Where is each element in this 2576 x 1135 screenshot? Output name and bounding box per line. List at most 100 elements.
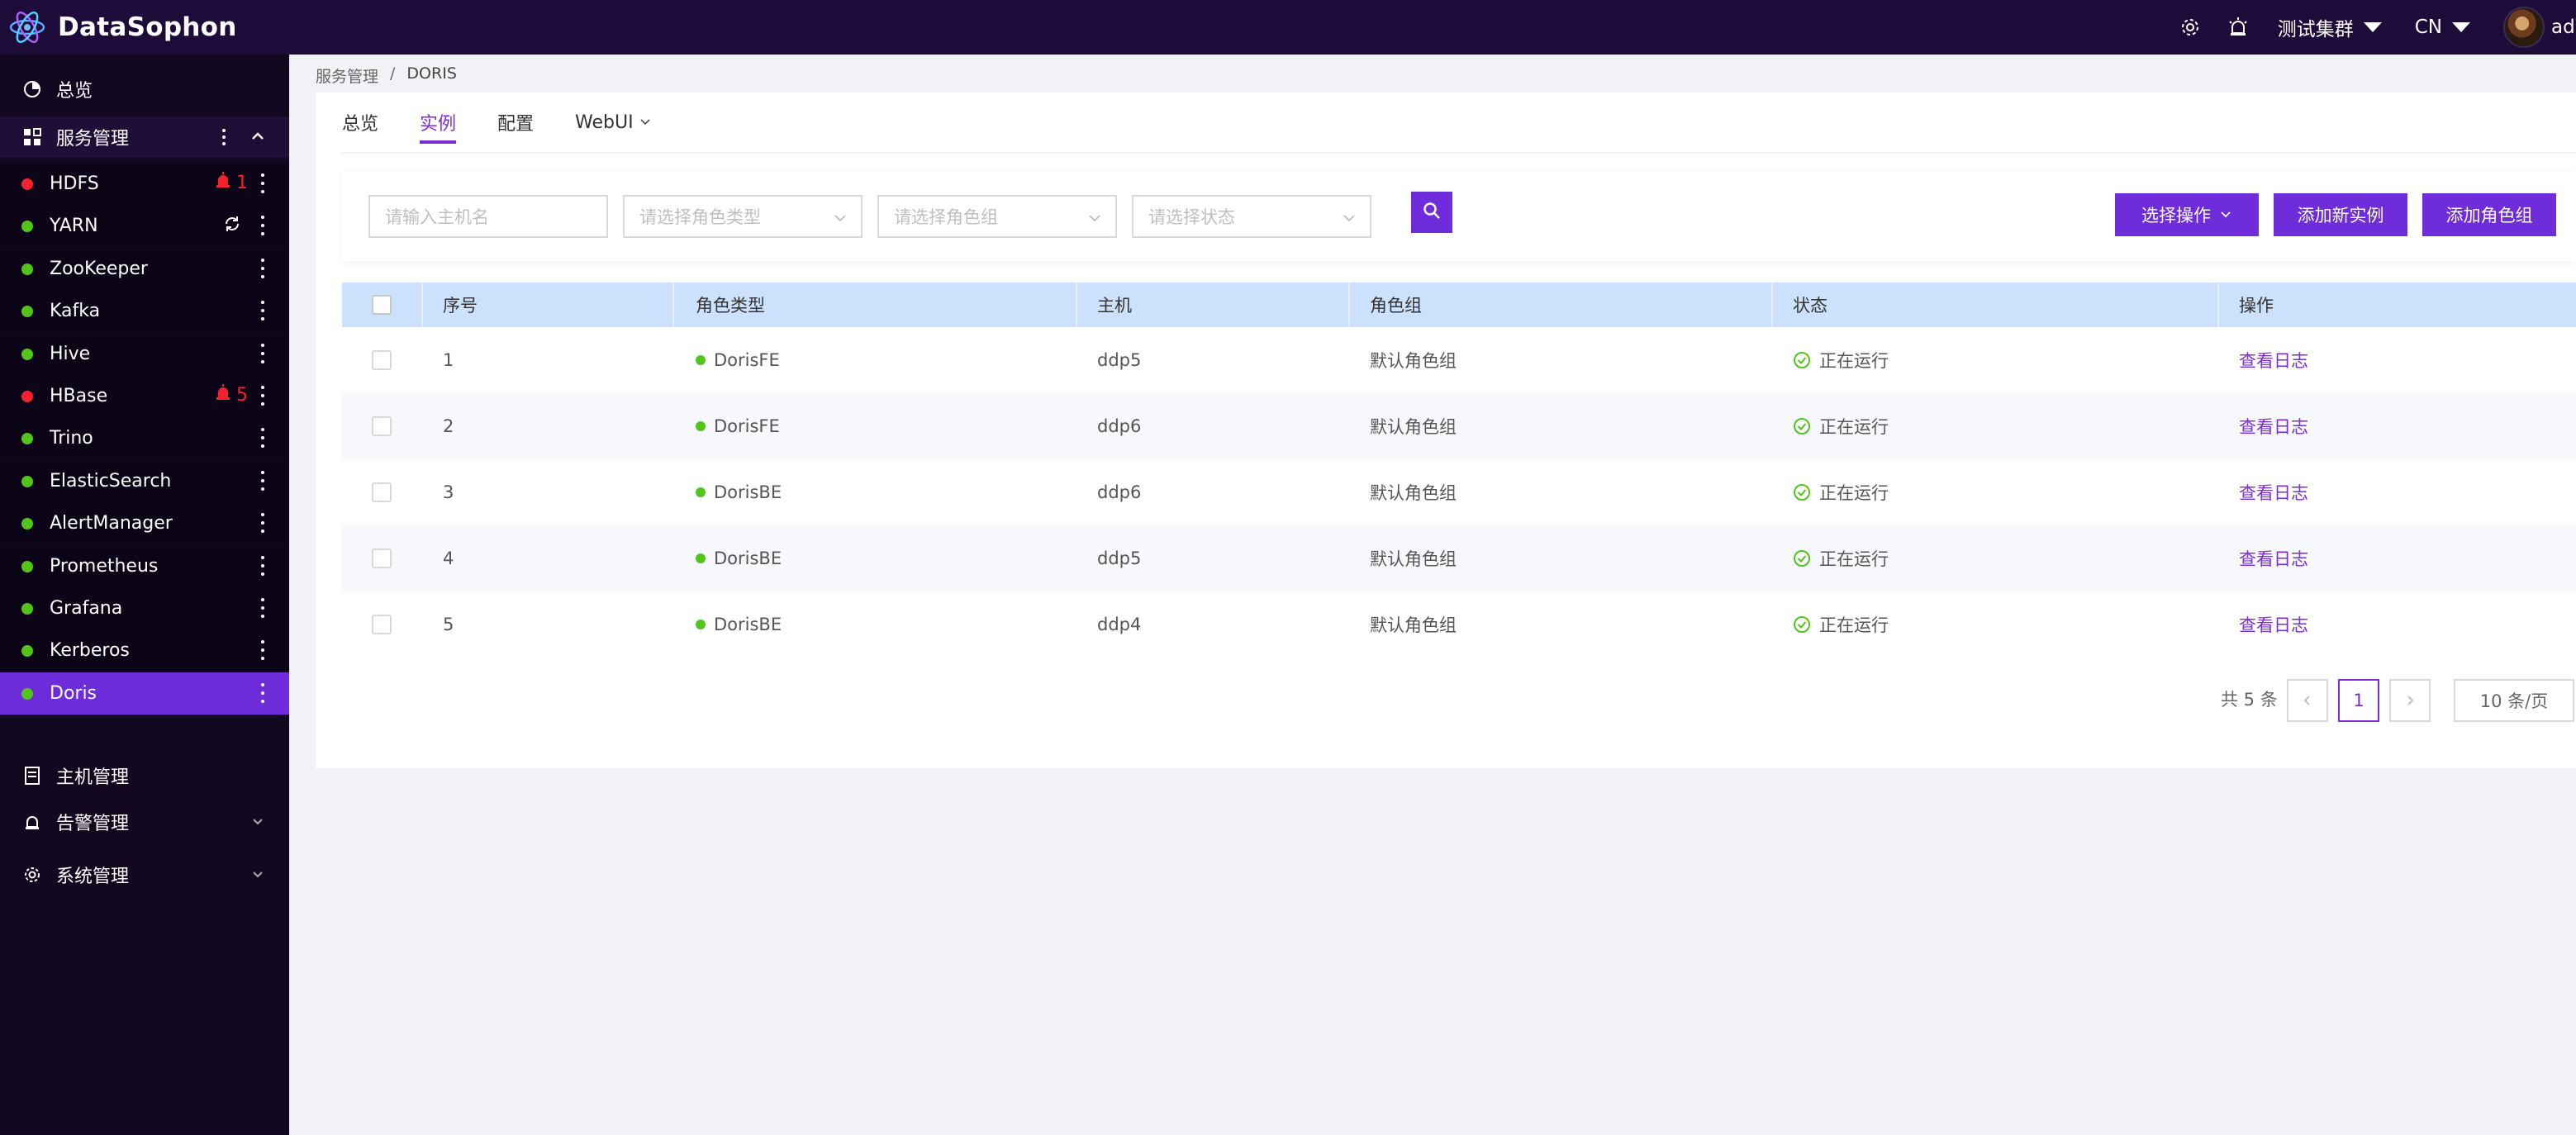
cluster-dropdown[interactable]: 测试集群 bbox=[2278, 13, 2382, 41]
sidebar-item-alert-mgmt[interactable]: 告警管理 bbox=[0, 801, 289, 843]
instances-table: 序号 角色类型 主机 角色组 状态 操作 1 DorisFE ddp5 默认角色组 正在… bbox=[342, 283, 2576, 658]
table-row[interactable]: 2 DorisFE ddp6 默认角色组 正在运行 查看日志 bbox=[342, 393, 2576, 459]
view-log-link[interactable]: 查看日志 bbox=[2239, 525, 2308, 591]
add-instance-button[interactable]: 添加新实例 bbox=[2274, 193, 2407, 236]
table-row[interactable]: 1 DorisFE ddp5 默认角色组 正在运行 查看日志 bbox=[342, 327, 2576, 393]
prev-page-button[interactable] bbox=[2287, 679, 2328, 722]
sidebar-group-service-mgmt[interactable]: 服务管理 bbox=[0, 116, 289, 158]
select-all-checkbox[interactable] bbox=[372, 295, 392, 315]
sidebar-item-prometheus[interactable]: Prometheus bbox=[0, 545, 289, 587]
alarm-badge[interactable]: 5 bbox=[215, 384, 248, 406]
chevron-down-icon bbox=[2219, 205, 2232, 225]
cluster-label: 测试集群 bbox=[2277, 19, 2354, 40]
view-log-link[interactable]: 查看日志 bbox=[2239, 393, 2308, 459]
next-page-button[interactable] bbox=[2389, 679, 2431, 722]
more-vertical-icon[interactable] bbox=[261, 683, 264, 703]
refresh-icon[interactable] bbox=[223, 215, 241, 238]
status-dot bbox=[21, 475, 33, 487]
col-header-host[interactable]: 主机 bbox=[1097, 283, 1132, 327]
status-text: 正在运行 bbox=[1819, 483, 1889, 503]
tab-config[interactable]: 配置 bbox=[497, 93, 534, 152]
select-operation-button[interactable]: 选择操作 bbox=[2115, 193, 2259, 236]
tab-overview[interactable]: 总览 bbox=[342, 93, 378, 152]
sidebar-item-label: HDFS bbox=[50, 173, 99, 194]
page-size-label: 10 条/页 bbox=[2479, 691, 2549, 711]
tab-instances[interactable]: 实例 bbox=[420, 93, 457, 152]
sidebar-item-kerberos[interactable]: Kerberos bbox=[0, 629, 289, 672]
chevron-up-icon[interactable] bbox=[250, 128, 266, 150]
sidebar-item-yarn[interactable]: YARN bbox=[0, 205, 289, 247]
more-vertical-icon[interactable] bbox=[261, 640, 264, 660]
sidebar-item-alertmanager[interactable]: AlertManager bbox=[0, 502, 289, 544]
sidebar-item-host-mgmt[interactable]: 主机管理 bbox=[0, 755, 289, 796]
sidebar-item-grafana[interactable]: Grafana bbox=[0, 587, 289, 629]
col-header-role-type[interactable]: 角色类型 bbox=[696, 283, 765, 327]
view-log-link[interactable]: 查看日志 bbox=[2239, 327, 2308, 393]
more-vertical-icon[interactable] bbox=[261, 471, 264, 491]
more-vertical-icon[interactable] bbox=[261, 173, 264, 193]
user-name[interactable]: admin bbox=[2551, 17, 2576, 38]
more-vertical-icon[interactable] bbox=[261, 301, 264, 321]
page-size-select[interactable]: 10 条/页 bbox=[2454, 679, 2574, 722]
chevron-down-icon[interactable] bbox=[250, 813, 266, 834]
sidebar-item-hdfs[interactable]: HDFS 1 bbox=[0, 163, 289, 205]
more-vertical-icon[interactable] bbox=[261, 598, 264, 618]
more-vertical-icon[interactable] bbox=[221, 127, 226, 152]
role-group-select[interactable]: 请选择角色组 bbox=[877, 195, 1117, 238]
status-dot bbox=[21, 602, 33, 615]
sidebar-item-system-mgmt[interactable]: 系统管理 bbox=[0, 854, 289, 895]
filter-bar: 请输入主机名 请选择角色类型 请选择角色组 请选择状态 选择操作 添加新实例 添… bbox=[342, 172, 2576, 261]
chevron-down-icon[interactable] bbox=[250, 866, 266, 887]
tab-webui[interactable]: WebUI bbox=[575, 93, 652, 152]
view-log-link[interactable]: 查看日志 bbox=[2239, 591, 2308, 658]
user-avatar[interactable] bbox=[2503, 7, 2545, 48]
more-vertical-icon[interactable] bbox=[261, 259, 264, 278]
chevron-down-icon bbox=[1087, 210, 1102, 230]
row-checkbox[interactable] bbox=[372, 549, 392, 568]
more-vertical-icon[interactable] bbox=[261, 216, 264, 235]
row-checkbox[interactable] bbox=[372, 482, 392, 502]
more-vertical-icon[interactable] bbox=[261, 556, 264, 576]
sidebar-item-hive[interactable]: Hive bbox=[0, 333, 289, 375]
role-type-select[interactable]: 请选择角色类型 bbox=[623, 195, 863, 238]
col-header-no[interactable]: 序号 bbox=[443, 283, 478, 327]
language-dropdown[interactable]: CN bbox=[2415, 17, 2470, 38]
check-circle-icon bbox=[1793, 417, 1811, 435]
add-role-group-button[interactable]: 添加角色组 bbox=[2422, 193, 2556, 236]
tab-label: 总览 bbox=[342, 114, 379, 135]
col-header-status[interactable]: 状态 bbox=[1793, 283, 1827, 327]
table-row[interactable]: 4 DorisBE ddp5 默认角色组 正在运行 查看日志 bbox=[342, 525, 2576, 591]
placeholder: 请选择角色类型 bbox=[639, 207, 761, 227]
check-circle-icon bbox=[1793, 351, 1811, 369]
app-logo[interactable]: DataSophon bbox=[0, 0, 237, 55]
search-button[interactable] bbox=[1411, 192, 1452, 233]
page-1-button[interactable]: 1 bbox=[2338, 679, 2379, 722]
settings-gear-icon[interactable] bbox=[2174, 11, 2207, 44]
status-select[interactable]: 请选择状态 bbox=[1132, 195, 1371, 238]
placeholder: 请选择状态 bbox=[1148, 207, 1235, 227]
sidebar-item-hbase[interactable]: HBase 5 bbox=[0, 375, 289, 417]
view-log-link[interactable]: 查看日志 bbox=[2239, 459, 2308, 525]
sidebar-item-kafka[interactable]: Kafka bbox=[0, 290, 289, 332]
host-search-input[interactable]: 请输入主机名 bbox=[368, 195, 608, 238]
table-row[interactable]: 3 DorisBE ddp6 默认角色组 正在运行 查看日志 bbox=[342, 459, 2576, 525]
col-header-role-group[interactable]: 角色组 bbox=[1370, 283, 1422, 327]
row-checkbox[interactable] bbox=[372, 416, 392, 436]
sidebar-item-trino[interactable]: Trino bbox=[0, 417, 289, 459]
alarm-light-icon[interactable] bbox=[2222, 11, 2255, 44]
row-checkbox[interactable] bbox=[372, 615, 392, 634]
sidebar-item-overview[interactable]: 总览 bbox=[0, 69, 289, 110]
breadcrumb-parent[interactable]: 服务管理 bbox=[316, 64, 378, 87]
more-vertical-icon[interactable] bbox=[261, 428, 264, 448]
row-checkbox[interactable] bbox=[372, 350, 392, 370]
atom-logo-icon bbox=[7, 7, 48, 48]
table-row[interactable]: 5 DorisBE ddp4 默认角色组 正在运行 查看日志 bbox=[342, 591, 2576, 658]
sidebar-item-zookeeper[interactable]: ZooKeeper bbox=[0, 248, 289, 290]
more-vertical-icon[interactable] bbox=[261, 386, 264, 406]
cell-role-group: 默认角色组 bbox=[1370, 549, 1457, 569]
sidebar-item-doris[interactable]: Doris bbox=[0, 672, 289, 715]
more-vertical-icon[interactable] bbox=[261, 513, 264, 533]
more-vertical-icon[interactable] bbox=[261, 344, 264, 363]
alarm-badge[interactable]: 1 bbox=[215, 172, 248, 193]
sidebar-item-elasticsearch[interactable]: ElasticSearch bbox=[0, 460, 289, 502]
